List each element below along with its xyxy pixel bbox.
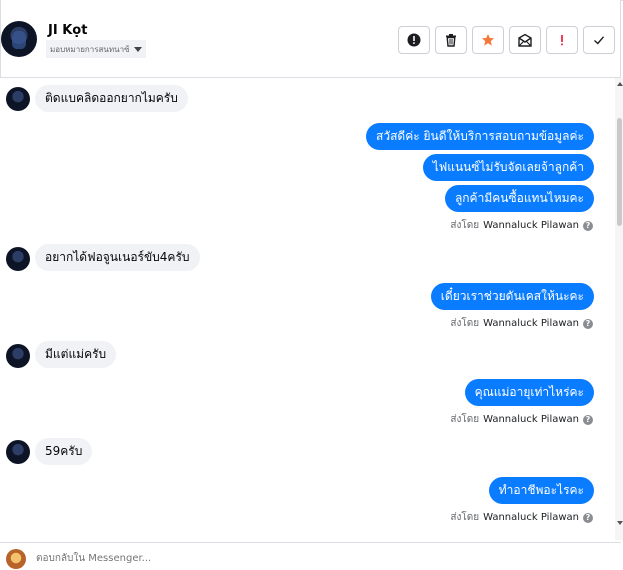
help-icon[interactable]: ? xyxy=(583,512,593,523)
help-icon[interactable]: ? xyxy=(583,220,593,231)
assign-conversation-dropdown[interactable]: มอบหมายการสนทนาซ้ xyxy=(46,40,146,58)
trash-icon xyxy=(446,34,456,47)
star-button[interactable] xyxy=(472,26,504,54)
reply-input[interactable] xyxy=(36,549,596,567)
message-thread[interactable]: ติดแบคลิดออกยากไมครับ สวัสดีค่ะ ยินดีให้… xyxy=(0,78,623,540)
contact-avatar-small xyxy=(6,247,30,271)
chevron-down-icon xyxy=(133,46,142,52)
incoming-message: มีแต่แม่ครับ xyxy=(35,341,117,368)
scroll-up-arrow-icon[interactable] xyxy=(617,82,623,86)
envelope-icon xyxy=(518,33,532,47)
delete-button[interactable] xyxy=(435,26,467,54)
help-icon[interactable]: ? xyxy=(583,318,593,329)
outgoing-message: เดี๋ยวเราช่วยดันเคสให้นะคะ xyxy=(430,283,594,310)
sent-by-label: ส่งโดย Wannaluck Pilawan ? xyxy=(450,316,593,331)
outgoing-message: ทำอาชีพอะไรคะ xyxy=(488,477,594,504)
report-spam-button[interactable] xyxy=(398,26,430,54)
incoming-message: 59ครับ xyxy=(35,438,93,465)
sent-by-prefix: ส่งโดย xyxy=(450,220,480,231)
conversation-header: JI Kọt มอบหมายการสนทนาซ้ xyxy=(0,0,621,78)
sent-by-agent[interactable]: Wannaluck Pilawan xyxy=(483,414,579,425)
scrollbar-thumb[interactable] xyxy=(617,118,622,226)
done-button[interactable] xyxy=(583,26,615,54)
action-toolbar xyxy=(398,26,615,54)
check-icon xyxy=(594,36,605,45)
contact-avatar-small xyxy=(6,440,30,464)
outgoing-message: ลูกค้ามีคนซื้อแทนไหมคะ xyxy=(444,185,594,212)
follow-up-button[interactable] xyxy=(546,26,578,54)
sent-by-label: ส่งโดย Wannaluck Pilawan ? xyxy=(450,218,593,233)
sent-by-agent[interactable]: Wannaluck Pilawan xyxy=(483,512,579,523)
sent-by-label: ส่งโดย Wannaluck Pilawan ? xyxy=(450,412,593,427)
assign-label: มอบหมายการสนทนาซ้ xyxy=(50,44,130,54)
sent-by-agent[interactable]: Wannaluck Pilawan xyxy=(483,220,579,231)
contact-avatar-small xyxy=(6,87,30,111)
exclamation-icon xyxy=(561,35,563,46)
page-avatar xyxy=(6,549,26,569)
help-icon[interactable]: ? xyxy=(583,414,593,425)
sent-by-agent[interactable]: Wannaluck Pilawan xyxy=(483,318,579,329)
outgoing-message: คุณแม่อายุเท่าไหร่คะ xyxy=(464,379,594,406)
outgoing-message: ไฟแนนซ์ไม่รับจัดเลยจ้าลูกค้า xyxy=(422,154,594,181)
incoming-message: ติดแบคลิดออกยากไมครับ xyxy=(35,85,188,112)
sent-by-prefix: ส่งโดย xyxy=(450,414,480,425)
mark-unread-button[interactable] xyxy=(509,26,541,54)
contact-name[interactable]: JI Kọt xyxy=(48,23,87,38)
sent-by-prefix: ส่งโดย xyxy=(450,512,480,523)
contact-avatar-small xyxy=(6,344,30,368)
sent-by-prefix: ส่งโดย xyxy=(450,318,480,329)
incoming-message: อยากได้ฟอจูนเนอร์ขับ4ครับ xyxy=(35,244,200,271)
alert-circle-icon xyxy=(407,33,421,47)
sent-by-label: ส่งโดย Wannaluck Pilawan ? xyxy=(450,510,593,525)
reply-composer xyxy=(0,542,621,570)
star-icon xyxy=(482,34,494,46)
scroll-down-arrow-icon[interactable] xyxy=(617,521,623,525)
contact-avatar[interactable] xyxy=(1,21,37,57)
outgoing-message: สวัสดีค่ะ ยินดีให้บริการสอบถามข้อมูลค่ะ xyxy=(366,123,594,150)
